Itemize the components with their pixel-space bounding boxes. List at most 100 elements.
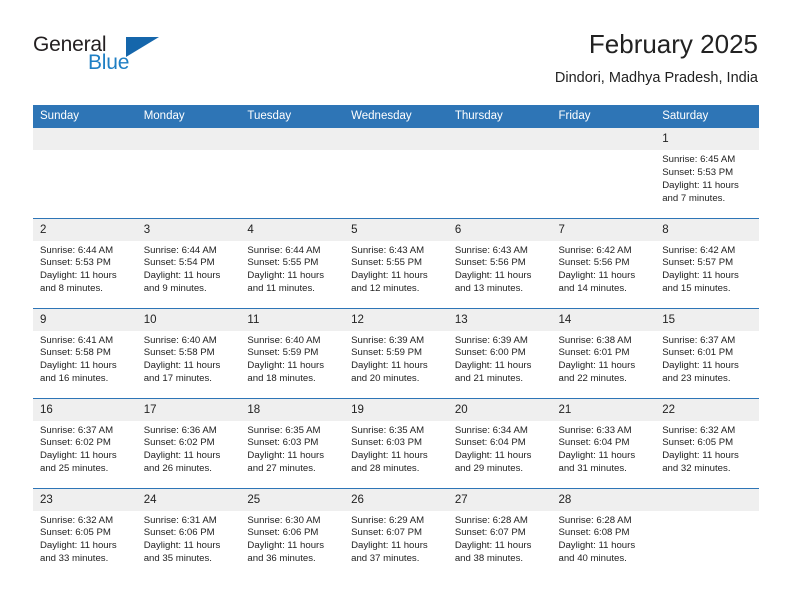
sunrise-text: Sunrise: 6:40 AM [143, 334, 217, 346]
calendar-cell-day[interactable]: 5 Sunrise: 6:43 AM Sunset: 5:55 PM Daylight… [344, 217, 448, 308]
calendar-cell-day[interactable]: 9 Sunrise: 6:41 AM Sunset: 5:58 PM Daylight… [33, 307, 137, 398]
day-number: 11 [240, 308, 345, 331]
day-details: Sunrise: 6:42 AM Sunset: 5:56 PM Daylight:… [552, 241, 656, 297]
day-number: 6 [447, 218, 552, 241]
sunrise-text: Sunrise: 6:40 AM [247, 334, 321, 346]
weekday-header-sunday: Sunday [33, 105, 137, 128]
calendar-cell-day[interactable]: 15 Sunrise: 6:37 AM Sunset: 6:01 PM Dayligh… [655, 307, 759, 398]
calendar-cell-day[interactable]: 6 Sunrise: 6:43 AM Sunset: 5:56 PM Daylight… [447, 217, 552, 308]
day-details: Sunrise: 6:32 AM Sunset: 6:05 PM Daylight:… [33, 511, 137, 567]
calendar-cell-day[interactable]: 14 Sunrise: 6:38 AM Sunset: 6:01 PM Dayligh… [551, 307, 656, 398]
calendar-cell-day[interactable]: 3 Sunrise: 6:44 AM Sunset: 5:54 PM Daylight… [136, 217, 241, 308]
calendar-cell-day[interactable]: 12 Sunrise: 6:39 AM Sunset: 5:59 PM Dayligh… [344, 307, 448, 398]
calendar-cell-day[interactable]: 17 Sunrise: 6:36 AM Sunset: 6:02 PM Dayligh… [136, 397, 241, 488]
day-number: 28 [551, 488, 656, 511]
day-details: Sunrise: 6:29 AM Sunset: 6:07 PM Daylight:… [344, 511, 448, 567]
daylight-text: Daylight: 11 hours and 23 minutes. [662, 360, 739, 385]
page-header: General Blue February 2025 Dindori, Madh… [33, 28, 758, 100]
sunset-text: Sunset: 5:59 PM [247, 347, 319, 359]
day-details: Sunrise: 6:42 AM Sunset: 5:57 PM Daylight:… [655, 241, 759, 297]
day-details: Sunrise: 6:35 AM Sunset: 6:03 PM Daylight:… [344, 421, 448, 477]
day-details: Sunrise: 6:40 AM Sunset: 5:59 PM Daylight:… [240, 331, 344, 387]
day-number: 18 [240, 398, 345, 421]
calendar-cell-day[interactable]: 7 Sunrise: 6:42 AM Sunset: 5:56 PM Daylight… [551, 217, 656, 308]
calendar-body: 1 Sunrise: 6:45 AM Sunset: 5:53 PM Daylight… [33, 128, 759, 578]
calendar-cell-empty [551, 128, 656, 218]
calendar-cell-day[interactable]: 1 Sunrise: 6:45 AM Sunset: 5:53 PM Daylight… [655, 128, 759, 218]
day-details: Sunrise: 6:31 AM Sunset: 6:06 PM Daylight:… [137, 511, 241, 567]
sunset-text: Sunset: 6:03 PM [351, 437, 423, 449]
calendar-cell-empty [655, 487, 759, 578]
sunrise-text: Sunrise: 6:39 AM [454, 334, 528, 346]
sunset-text: Sunset: 5:58 PM [143, 347, 215, 359]
calendar-cell-day[interactable]: 20 Sunrise: 6:34 AM Sunset: 6:04 PM Dayligh… [447, 397, 552, 488]
calendar-cell-day[interactable]: 13 Sunrise: 6:39 AM Sunset: 6:00 PM Dayligh… [447, 307, 552, 398]
logo-word-blue: Blue [88, 51, 130, 74]
daylight-text: Daylight: 11 hours and 17 minutes. [143, 360, 221, 385]
page-subtitle: Dindori, Madhya Pradesh, India [554, 70, 758, 86]
general-blue-logo[interactable]: General Blue [33, 34, 163, 80]
sunset-text: Sunset: 6:07 PM [454, 527, 526, 539]
calendar-cell-day[interactable]: 21 Sunrise: 6:33 AM Sunset: 6:04 PM Dayligh… [551, 397, 656, 488]
calendar-table: Sunday Monday Tuesday Wednesday Thursday… [33, 105, 759, 578]
day-number: 26 [344, 488, 448, 511]
calendar-cell-empty [447, 128, 552, 218]
calendar-cell-empty [344, 128, 448, 218]
daylight-text: Daylight: 11 hours and 26 minutes. [143, 450, 221, 475]
day-details: Sunrise: 6:40 AM Sunset: 5:58 PM Daylight:… [137, 331, 241, 387]
calendar-cell-day[interactable]: 25 Sunrise: 6:30 AM Sunset: 6:06 PM Dayligh… [240, 487, 345, 578]
calendar-cell-day[interactable]: 2 Sunrise: 6:44 AM Sunset: 5:53 PM Daylight… [33, 217, 137, 308]
daylight-text: Daylight: 11 hours and 27 minutes. [247, 450, 325, 475]
calendar-cell-day[interactable]: 23 Sunrise: 6:32 AM Sunset: 6:05 PM Dayligh… [33, 487, 137, 578]
sunrise-text: Sunrise: 6:32 AM [40, 514, 114, 526]
calendar-cell-day[interactable]: 27 Sunrise: 6:28 AM Sunset: 6:07 PM Dayligh… [447, 487, 552, 578]
sunrise-text: Sunrise: 6:35 AM [247, 424, 321, 436]
daylight-text: Daylight: 11 hours and 35 minutes. [143, 540, 221, 565]
weekday-header-wednesday: Wednesday [344, 105, 448, 128]
title-block: February 2025 Dindori, Madhya Pradesh, I… [555, 28, 758, 88]
day-details: Sunrise: 6:43 AM Sunset: 5:56 PM Daylight:… [448, 241, 552, 297]
calendar-cell-day[interactable]: 16 Sunrise: 6:37 AM Sunset: 6:02 PM Dayligh… [33, 397, 137, 488]
day-details: Sunrise: 6:44 AM Sunset: 5:54 PM Daylight:… [137, 241, 241, 297]
calendar-cell-day[interactable]: 26 Sunrise: 6:29 AM Sunset: 6:07 PM Dayligh… [344, 487, 448, 578]
day-number [551, 128, 656, 150]
day-details: Sunrise: 6:44 AM Sunset: 5:55 PM Daylight:… [240, 241, 344, 297]
calendar-cell-day[interactable]: 18 Sunrise: 6:35 AM Sunset: 6:03 PM Dayligh… [240, 397, 345, 488]
sunrise-text: Sunrise: 6:44 AM [40, 244, 114, 256]
triangle-icon [126, 37, 159, 57]
calendar-cell-day[interactable]: 8 Sunrise: 6:42 AM Sunset: 5:57 PM Daylight… [655, 217, 759, 308]
sunset-text: Sunset: 6:01 PM [662, 347, 734, 359]
day-number [447, 128, 552, 150]
weekday-header-monday: Monday [136, 105, 241, 128]
calendar-cell-day[interactable]: 11 Sunrise: 6:40 AM Sunset: 5:59 PM Dayligh… [240, 307, 345, 398]
day-number: 10 [136, 308, 241, 331]
sunrise-text: Sunrise: 6:38 AM [558, 334, 632, 346]
sunset-text: Sunset: 5:55 PM [351, 257, 423, 269]
calendar-cell-day[interactable]: 4 Sunrise: 6:44 AM Sunset: 5:55 PM Daylight… [240, 217, 345, 308]
daylight-text: Daylight: 11 hours and 20 minutes. [351, 360, 428, 385]
sunset-text: Sunset: 6:06 PM [143, 527, 215, 539]
sunrise-text: Sunrise: 6:29 AM [351, 514, 425, 526]
day-details: Sunrise: 6:33 AM Sunset: 6:04 PM Daylight:… [552, 421, 656, 477]
calendar-cell-day[interactable]: 22 Sunrise: 6:32 AM Sunset: 6:05 PM Dayligh… [655, 397, 759, 488]
sunset-text: Sunset: 6:03 PM [247, 437, 319, 449]
calendar-cell-day[interactable]: 19 Sunrise: 6:35 AM Sunset: 6:03 PM Dayligh… [344, 397, 448, 488]
daylight-text: Daylight: 11 hours and 29 minutes. [454, 450, 532, 475]
day-details: Sunrise: 6:36 AM Sunset: 6:02 PM Daylight:… [137, 421, 241, 477]
daylight-text: Daylight: 11 hours and 14 minutes. [558, 270, 636, 295]
sunset-text: Sunset: 6:05 PM [662, 437, 734, 449]
sunset-text: Sunset: 6:02 PM [143, 437, 215, 449]
sunset-text: Sunset: 6:06 PM [247, 527, 319, 539]
sunrise-text: Sunrise: 6:44 AM [143, 244, 217, 256]
calendar-page: General Blue February 2025 Dindori, Madh… [0, 0, 792, 612]
calendar-cell-day[interactable]: 24 Sunrise: 6:31 AM Sunset: 6:06 PM Dayligh… [136, 487, 241, 578]
day-details: Sunrise: 6:43 AM Sunset: 5:55 PM Daylight:… [344, 241, 448, 297]
calendar-week-row: 1 Sunrise: 6:45 AM Sunset: 5:53 PM Daylight… [33, 128, 759, 218]
daylight-text: Daylight: 11 hours and 36 minutes. [247, 540, 325, 565]
calendar-cell-day[interactable]: 10 Sunrise: 6:40 AM Sunset: 5:58 PM Dayligh… [136, 307, 241, 398]
day-details: Sunrise: 6:45 AM Sunset: 5:53 PM Daylight:… [655, 150, 759, 206]
day-number: 8 [655, 218, 759, 241]
day-number: 4 [240, 218, 345, 241]
calendar-cell-day[interactable]: 28 Sunrise: 6:28 AM Sunset: 6:08 PM Dayligh… [551, 487, 656, 578]
day-number: 16 [33, 398, 137, 421]
